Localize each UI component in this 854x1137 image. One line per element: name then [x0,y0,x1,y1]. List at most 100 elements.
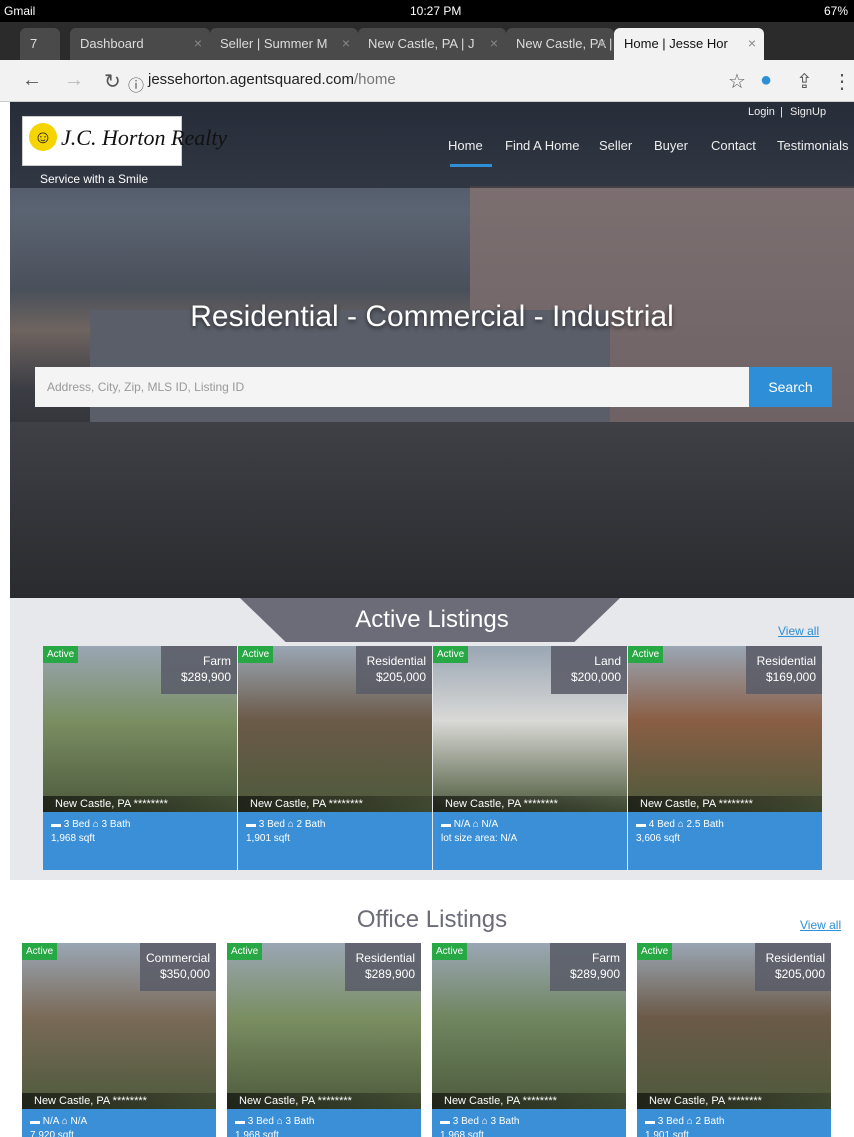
site-navbar: ☺ J.C. Horton Realty Service with a Smil… [10,102,854,188]
listing-type-price: Residential $205,000 [755,943,831,991]
nav-find-a-home[interactable]: Find A Home [505,138,579,153]
listing-location: New Castle, PA ******** [432,1093,626,1109]
browser-tab[interactable]: Dashboard × [70,28,210,60]
nav-buyer[interactable]: Buyer [654,138,688,153]
listing-price: $200,000 [570,670,621,684]
listing-location: New Castle, PA ******** [433,796,627,812]
share-icon[interactable]: ⇪ [796,69,813,94]
status-battery: 67% [823,4,848,18]
listing-card[interactable]: Active Residential $205,000 New Castle, PA … [637,943,831,1137]
hero-section: ☺ J.C. Horton Realty Service with a Smil… [10,102,854,598]
listing-type-price: Residential $205,000 [356,646,432,694]
reload-icon[interactable]: ↻ [104,69,121,94]
listing-extra: 1,968 sqft [51,833,95,844]
listing-type: Farm [592,951,620,965]
browser-tab-label: Seller | Summer M [220,36,328,51]
info-icon[interactable]: ⓘ [128,72,144,96]
signup-link[interactable]: SignUp [790,106,826,118]
listing-baths: 2 Bath [695,1116,725,1127]
listing-baths: N/A [70,1116,88,1127]
bed-icon: ▬ [645,1116,658,1127]
listing-card[interactable]: Active Farm $289,900 New Castle, PA *******… [432,943,626,1137]
listing-price: $350,000 [159,967,210,981]
url-text[interactable]: jessehorton.agentsquared.com/home [148,71,396,88]
browser-tab-label: 7 [30,36,38,51]
back-arrow-icon[interactable]: ← [22,69,42,92]
listing-baths: 3 Bath [490,1116,520,1127]
logo-text: J.C. Horton Realty [61,125,228,150]
listing-price: $289,900 [569,967,620,981]
bed-icon: ▬ [636,819,649,830]
search-button[interactable]: Search [749,367,832,407]
listing-beds-baths: ▬ N/A ⌂ N/A [30,1115,87,1129]
listing-info: ▬ N/A ⌂ N/A lot size area: N/A [441,818,517,846]
site-logo[interactable]: ☺ J.C. Horton Realty [22,116,227,166]
forward-arrow-icon[interactable]: → [64,69,84,92]
listing-card[interactable]: Active Land $200,000 New Castle, PA *******… [433,646,627,870]
listing-type-price: Residential $289,900 [345,943,421,991]
listing-type: Residential [355,951,415,965]
nav-seller[interactable]: Seller [599,138,632,153]
listing-location: New Castle, PA ******** [637,1093,831,1109]
status-badge: Active [637,943,673,960]
listing-beds-baths: ▬ 3 Bed ⌂ 2 Bath [645,1115,724,1129]
login-link[interactable]: Login [748,106,775,118]
nav-testimonials[interactable]: Testimonials [777,138,849,153]
listing-beds: N/A [453,819,470,830]
login-divider: | [780,106,783,118]
listing-beds: 3 Bed [657,1116,684,1127]
listing-card[interactable]: Active Farm $289,900 New Castle, PA *******… [43,646,237,870]
listing-extra: 1,901 sqft [246,833,290,844]
browser-tab[interactable]: New Castle, PA | J × [358,28,506,60]
close-tab-icon[interactable]: × [748,35,756,51]
listing-info: ▬ 3 Bed ⌂ 3 Bath 1,968 sqft [440,1115,519,1137]
nav-contact[interactable]: Contact [711,138,756,153]
listing-price: $205,000 [774,967,825,981]
listing-info: ▬ 4 Bed ⌂ 2.5 Bath 3,606 sqft [636,818,724,846]
browser-tab[interactable]: Home | Jesse Hor × [614,28,764,60]
smiley-logo-icon: ☺ [29,123,57,151]
microphone-icon[interactable]: ● [760,69,772,92]
browser-tab[interactable]: Seller | Summer M × [210,28,358,60]
listing-beds-baths: ▬ 3 Bed ⌂ 2 Bath [246,818,325,832]
close-tab-icon[interactable]: × [598,35,606,51]
browser-tab[interactable]: 7 [20,28,60,60]
listing-card[interactable]: Active Commercial $350,000 New Castle, PA *… [22,943,216,1137]
bath-icon: ⌂ [481,1116,491,1127]
listing-type-price: Land $200,000 [551,646,627,694]
browser-tab[interactable]: New Castle, PA | × [506,28,614,60]
close-tab-icon[interactable]: × [194,35,202,51]
browser-tab-label: Dashboard [80,36,144,51]
close-tab-icon[interactable]: × [490,35,498,51]
listing-card[interactable]: Active Residential $205,000 New Castle, PA … [238,646,432,870]
browser-tab-label: New Castle, PA | J [368,36,475,51]
listing-price: $289,900 [364,967,415,981]
site-tagline: Service with a Smile [40,172,149,186]
nav-home[interactable]: Home [448,138,483,153]
listing-baths: 2 Bath [296,819,326,830]
listing-baths: 3 Bath [285,1116,315,1127]
listing-info: ▬ 3 Bed ⌂ 2 Bath 1,901 sqft [246,818,325,846]
listing-price: $205,000 [375,670,426,684]
status-time: 10:27 PM [410,4,462,18]
listing-card[interactable]: Active Residential $169,000 New Castle, PA … [628,646,822,870]
bath-icon: ⌂ [92,819,102,830]
listing-card[interactable]: Active Residential $289,900 New Castle, PA … [227,943,421,1137]
listing-type: Commercial [146,951,211,965]
office-listings-section: Office Listings View all Active Commercia… [10,880,854,1137]
listing-price: $169,000 [765,670,816,684]
close-tab-icon[interactable]: × [342,35,350,51]
listing-type-price: Farm $289,900 [550,943,626,991]
more-menu-icon[interactable]: ⋮ [832,69,852,94]
office-view-all-link[interactable]: View all [800,918,841,932]
listing-location: New Castle, PA ******** [628,796,822,812]
listing-beds: N/A [42,1116,59,1127]
status-back-app[interactable]: Gmail [4,4,35,18]
bookmark-star-icon[interactable]: ☆ [728,69,746,94]
listing-type-price: Residential $169,000 [746,646,822,694]
active-view-all-link[interactable]: View all [778,624,819,638]
active-listings-section: Active Listings View all Active Farm $289,… [10,598,854,880]
listing-location: New Castle, PA ******** [22,1093,216,1109]
status-badge: Active [238,646,274,663]
search-input[interactable]: Address, City, Zip, MLS ID, Listing ID [35,367,749,407]
